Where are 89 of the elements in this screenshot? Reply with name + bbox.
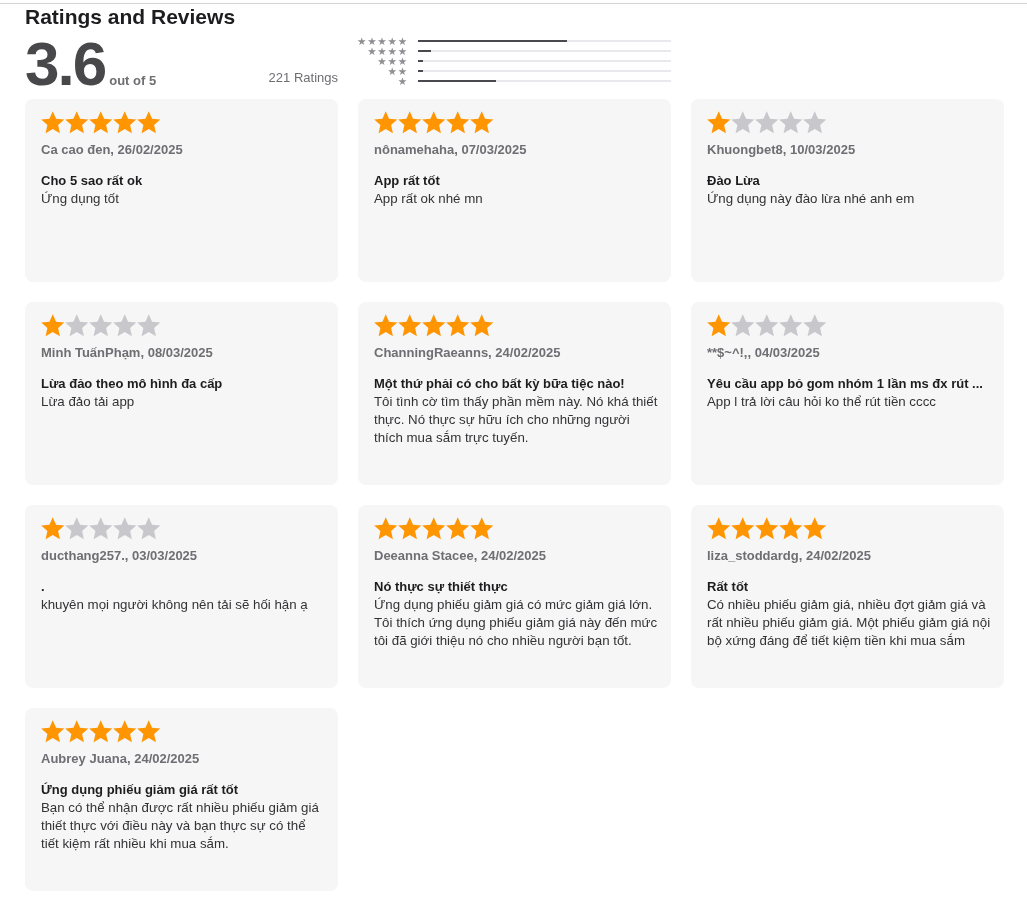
review-text: Có nhiều phiếu giảm giá, nhiều đợt giảm giá và rất nhiều phiếu giảm giá. Một phiếu giảm giá nội bộ xứng đáng để tiết kiệm tiền khi mua sắm (707, 596, 991, 650)
ratings-count: 221 Ratings (268, 70, 338, 87)
reviewer-date: Ca cao đen, 26/02/2025 (41, 141, 183, 159)
star-icon (398, 111, 422, 134)
star-icon (374, 314, 398, 337)
review-title: Rất tốt (707, 578, 749, 596)
star-icon (113, 314, 137, 337)
review-title: Yêu cầu app bỏ gom nhóm 1 lần ms đx rút ... (707, 375, 983, 393)
star-icon (398, 517, 422, 540)
review-title: Ứng dụng phiếu giảm giá rất tốt (41, 781, 239, 799)
reviewer-date: **$~^!,, 04/03/2025 (707, 344, 820, 362)
star-icon (374, 111, 398, 134)
star-icon (113, 517, 137, 540)
star-icon (803, 111, 827, 134)
star-icon (731, 111, 755, 134)
star-icon (755, 517, 779, 540)
review-text: App l trả lời câu hỏi ko thể rút tiền cccc (707, 393, 937, 411)
reviewer-date: Deeanna Stacee, 24/02/2025 (374, 547, 546, 565)
star-icon (707, 314, 731, 337)
star-icon (89, 517, 113, 540)
star-label: ★★★★★ (356, 36, 408, 46)
review-text: Tôi tình cờ tìm thấy phần mềm này. Nó khá thiết thực. Nó thực sự hữu ích cho những người thích mua sắm trực tuyến. (374, 393, 658, 447)
star-icon (470, 517, 494, 540)
star-icon (470, 314, 494, 337)
star-icon (137, 720, 161, 743)
star-icon (803, 314, 827, 337)
review-title: Đào Lừa (707, 172, 760, 190)
review-text: Ứng dụng phiếu giảm giá có mức giảm giá lớn. Tôi thích ứng dụng phiếu giảm giá này đến mức tôi đã giới thiệu nó cho nhiều người bạn tốt. (374, 596, 658, 650)
star-icon (422, 517, 446, 540)
star-icon (755, 111, 779, 134)
star-icon (65, 720, 89, 743)
star-icon (422, 314, 446, 337)
reviewer-date: Khuongbet8, 10/03/2025 (707, 141, 856, 159)
star-icon (779, 111, 803, 134)
star-icon (137, 517, 161, 540)
star-icon (707, 111, 731, 134)
section-heading: Ratings and Reviews (25, 4, 236, 29)
star-icon (707, 517, 731, 540)
reviewer-date: Aubrey Juana, 24/02/2025 (41, 750, 200, 768)
review-text: Lừa đảo tải app (41, 393, 136, 411)
star-icon (89, 314, 113, 337)
star-icon (398, 314, 422, 337)
review-title: Cho 5 sao rất ok (41, 172, 143, 190)
review-title: Lừa đảo theo mô hình đa cấp (41, 375, 223, 393)
star-icon (41, 314, 65, 337)
review-text: Ứng dụng tốt (41, 190, 120, 208)
average-score: 3.6 (25, 33, 106, 95)
review-title: App rất tốt (374, 172, 440, 190)
review-text: Bạn có thể nhận được rất nhiều phiếu giảm giá thiết thực với điều này và bạn thực sự có thể tiết kiệm rất nhiều khi mua sắm. (41, 799, 320, 853)
star-label: ★ (397, 76, 408, 86)
star-icon (731, 314, 755, 337)
star-icon (41, 111, 65, 134)
review-title: . (41, 578, 45, 596)
review-text: khuyên mọi người không nên tải sẽ hối hận ạ (41, 596, 309, 614)
reviewer-date: ducthang257., 03/03/2025 (41, 547, 198, 565)
star-icon (755, 314, 779, 337)
star-label: ★★★ (377, 56, 408, 66)
out-of-label: out of 5 (109, 73, 157, 88)
star-icon (41, 720, 65, 743)
star-icon (65, 314, 89, 337)
star-icon (137, 111, 161, 134)
star-icon (779, 314, 803, 337)
star-icon (65, 111, 89, 134)
star-icon (422, 111, 446, 134)
review-text: App rất ok nhé mn (374, 190, 484, 208)
review-title: Nó thực sự thiết thực (374, 578, 508, 596)
star-icon (137, 314, 161, 337)
reviewer-date: liza_stoddardg, 24/02/2025 (707, 547, 872, 565)
star-icon (89, 720, 113, 743)
star-icon (446, 517, 470, 540)
star-label: ★★ (387, 66, 408, 76)
star-icon (803, 517, 827, 540)
star-icon (779, 517, 803, 540)
review-title: Một thứ phải có cho bất kỳ bữa tiệc nào! (374, 375, 625, 393)
star-icon (65, 517, 89, 540)
star-icon (470, 111, 494, 134)
star-icon (446, 314, 470, 337)
star-icon (731, 517, 755, 540)
review-text: Ứng dụng này đào lừa nhé anh em (707, 190, 916, 208)
reviewer-date: ChanningRaeanns, 24/02/2025 (374, 344, 561, 362)
star-icon (374, 517, 398, 540)
star-icon (446, 111, 470, 134)
star-icon (113, 720, 137, 743)
star-icon (89, 111, 113, 134)
star-icon (41, 517, 65, 540)
star-label: ★★★★ (367, 46, 408, 56)
reviewer-date: nônamehaha, 07/03/2025 (374, 141, 527, 159)
star-icon (113, 111, 137, 134)
reviewer-date: Minh TuấnPhạm, 08/03/2025 (41, 344, 213, 362)
